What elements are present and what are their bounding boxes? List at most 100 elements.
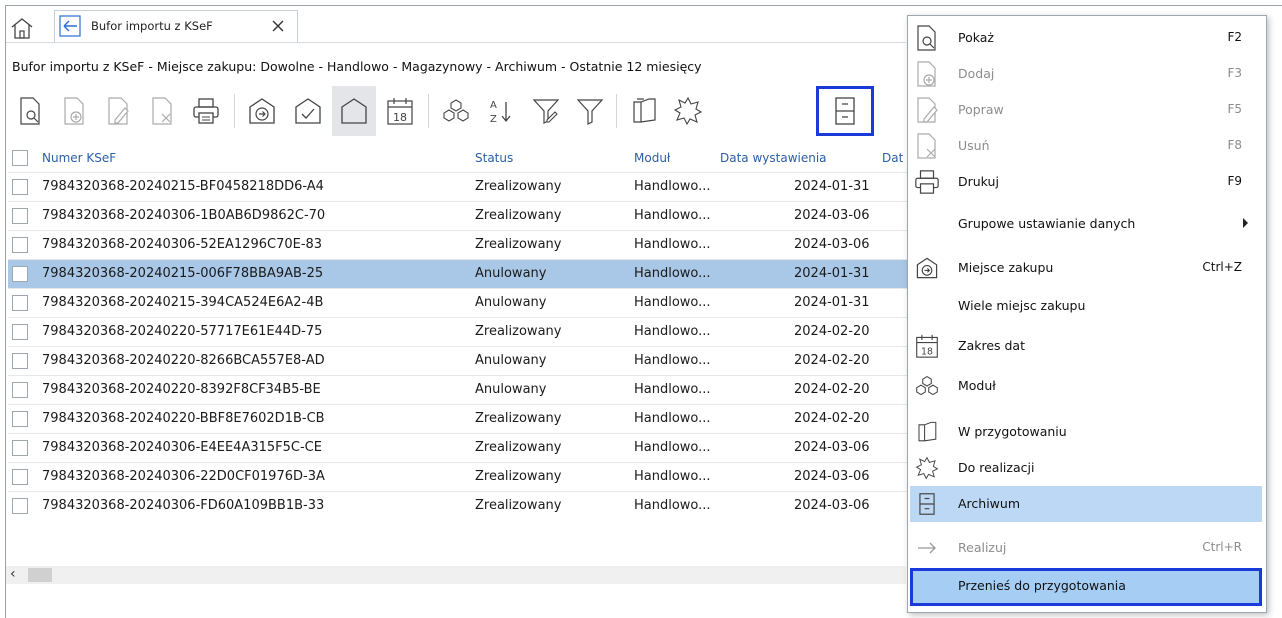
menu-item-label: Grupowe ustawianie danych bbox=[958, 216, 1136, 231]
cell-numer-ksef: 7984320368-20240220-57717E61E44D-75 bbox=[42, 324, 323, 339]
menu-item-label: Moduł bbox=[958, 378, 996, 393]
table-row[interactable]: 7984320368-20240306-22D0CF01976D-3A Zreal… bbox=[8, 462, 908, 491]
cell-data-wystawienia: 2024-02-20 bbox=[794, 353, 870, 368]
close-icon[interactable] bbox=[267, 15, 289, 37]
row-checkbox[interactable] bbox=[12, 208, 28, 224]
in-preparation-button[interactable] bbox=[622, 86, 666, 136]
cell-numer-ksef: 7984320368-20240306-E4EE4A315F5C-CE bbox=[42, 440, 322, 455]
back-arrow-icon[interactable] bbox=[59, 15, 81, 37]
table-row[interactable]: 7984320368-20240306-52EA1296C70E-83 Zreal… bbox=[8, 230, 908, 259]
menu-item-pokaz[interactable]: Pokaż F2 bbox=[910, 20, 1262, 56]
horizontal-scrollbar[interactable]: ‹ bbox=[6, 566, 906, 584]
calendar-icon-number: 18 bbox=[921, 347, 933, 358]
select-all-checkbox[interactable] bbox=[12, 150, 28, 166]
menu-item-drukuj[interactable]: Drukuj F9 bbox=[910, 164, 1262, 200]
menu-item-label: Pokaż bbox=[958, 30, 994, 45]
document-tab[interactable]: Bufor importu z KSeF bbox=[54, 10, 298, 43]
row-checkbox[interactable] bbox=[12, 469, 28, 485]
table-row[interactable]: 7984320368-20240306-FD60A109BB1B-33 Zreal… bbox=[8, 491, 908, 520]
edit-button[interactable] bbox=[96, 86, 140, 136]
menu-item-label: Archiwum bbox=[958, 496, 1021, 511]
row-checkbox[interactable] bbox=[12, 237, 28, 253]
cell-numer-ksef: 7984320368-20240215-394CA524E6A2-4B bbox=[42, 295, 324, 310]
scroll-thumb[interactable] bbox=[28, 568, 52, 582]
module-button[interactable] bbox=[434, 86, 478, 136]
row-checkbox[interactable] bbox=[12, 353, 28, 369]
in-preparation-filter-button[interactable] bbox=[286, 86, 330, 136]
cell-status: Zrealizowany bbox=[475, 498, 562, 513]
show-button[interactable] bbox=[8, 86, 52, 136]
menu-item-shortcut: Ctrl+Z bbox=[1202, 260, 1242, 274]
menu-item-realizuj[interactable]: Realizuj Ctrl+R bbox=[910, 530, 1262, 566]
menu-item-label: Popraw bbox=[958, 102, 1004, 117]
table-row[interactable]: 7984320368-20240215-BF0458218DD6-A4 Zreal… bbox=[8, 172, 908, 201]
menu-item-przenies-do-przygotowania[interactable]: Przenieś do przygotowania bbox=[910, 568, 1262, 606]
archive-button[interactable] bbox=[816, 86, 874, 136]
menu-item-miejsce-zakupu[interactable]: Miejsce zakupu Ctrl+Z bbox=[910, 250, 1262, 286]
row-checkbox[interactable] bbox=[12, 440, 28, 456]
cell-modul: Handlowo... bbox=[634, 237, 711, 252]
cell-modul: Handlowo... bbox=[634, 382, 711, 397]
table-row[interactable]: 7984320368-20240306-1B0AB6D9862C-70 Zreal… bbox=[8, 201, 908, 230]
cell-data-wystawienia: 2024-01-31 bbox=[794, 266, 870, 281]
document-delete-icon bbox=[917, 133, 936, 159]
table-row[interactable]: 7984320368-20240306-E4EE4A315F5C-CE Zreal… bbox=[8, 433, 908, 462]
menu-item-popraw[interactable]: Popraw F5 bbox=[910, 92, 1262, 128]
sort-button[interactable]: AZ bbox=[478, 86, 522, 136]
column-header-numer-ksef[interactable]: Numer KSeF bbox=[42, 151, 116, 165]
menu-item-grupowe-ustawianie[interactable]: Grupowe ustawianie danych bbox=[910, 206, 1262, 242]
menu-item-w-przygotowaniu[interactable]: W przygotowaniu bbox=[910, 414, 1262, 450]
toolbar: 18 AZ bbox=[8, 86, 908, 136]
filter-button[interactable] bbox=[568, 86, 612, 136]
row-checkbox[interactable] bbox=[12, 498, 28, 514]
menu-item-wiele-miejsc-zakupu[interactable]: Wiele miejsc zakupu bbox=[910, 288, 1262, 324]
column-header-data-wystawienia[interactable]: Data wystawienia bbox=[720, 151, 827, 165]
column-header-data-truncated[interactable]: Dat bbox=[882, 151, 903, 165]
add-button[interactable] bbox=[52, 86, 96, 136]
cell-data-wystawienia: 2024-03-06 bbox=[794, 469, 870, 484]
cell-status: Anulowany bbox=[475, 295, 547, 310]
menu-item-dodaj[interactable]: Dodaj F3 bbox=[910, 56, 1262, 92]
table-row[interactable]: 7984320368-20240220-57717E61E44D-75 Zreal… bbox=[8, 317, 908, 346]
tab-divider bbox=[6, 42, 906, 43]
starburst-icon bbox=[673, 96, 703, 126]
delete-button[interactable] bbox=[140, 86, 184, 136]
filter-edit-button[interactable] bbox=[524, 86, 568, 136]
menu-item-do-realizacji[interactable]: Do realizacji bbox=[910, 450, 1262, 486]
cell-status: Anulowany bbox=[475, 382, 547, 397]
to-realization-button[interactable] bbox=[666, 86, 710, 136]
row-checkbox[interactable] bbox=[12, 324, 28, 340]
table-row[interactable]: 7984320368-20240220-8266BCA557E8-AD Anulo… bbox=[8, 346, 908, 375]
row-checkbox[interactable] bbox=[12, 179, 28, 195]
pages-icon bbox=[918, 421, 937, 442]
purchase-place-button[interactable] bbox=[240, 86, 284, 136]
row-checkbox[interactable] bbox=[12, 411, 28, 427]
menu-item-label: Do realizacji bbox=[958, 460, 1035, 475]
archive-filter-button[interactable] bbox=[332, 86, 376, 136]
column-header-status[interactable]: Status bbox=[475, 151, 513, 165]
menu-item-usun[interactable]: Usuń F8 bbox=[910, 128, 1262, 164]
menu-item-label: Miejsce zakupu bbox=[958, 260, 1054, 275]
date-range-button[interactable]: 18 bbox=[378, 86, 422, 136]
menu-item-modul[interactable]: Moduł bbox=[910, 368, 1262, 404]
table-row[interactable]: 7984320368-20240215-006F78BBA9AB-25 Anulo… bbox=[8, 259, 908, 288]
row-checkbox[interactable] bbox=[12, 266, 28, 282]
calendar-icon-number: 18 bbox=[393, 111, 407, 124]
cell-data-wystawienia: 2024-02-20 bbox=[794, 324, 870, 339]
row-checkbox[interactable] bbox=[12, 295, 28, 311]
home-tab[interactable] bbox=[6, 14, 38, 42]
table-row[interactable]: 7984320368-20240220-8392F8CF34B5-BE Anulo… bbox=[8, 375, 908, 404]
scroll-left-icon[interactable]: ‹ bbox=[10, 566, 16, 582]
print-button[interactable] bbox=[184, 86, 228, 136]
cell-data-wystawienia: 2024-02-20 bbox=[794, 411, 870, 426]
cell-status: Anulowany bbox=[475, 353, 547, 368]
table-row[interactable]: 7984320368-20240215-394CA524E6A2-4B Anulo… bbox=[8, 288, 908, 317]
cell-modul: Handlowo... bbox=[634, 295, 711, 310]
cabinet-icon bbox=[835, 97, 855, 125]
row-checkbox[interactable] bbox=[12, 382, 28, 398]
column-header-modul[interactable]: Moduł bbox=[634, 151, 670, 165]
menu-item-zakres-dat[interactable]: 18 Zakres dat bbox=[910, 328, 1262, 364]
house-arrow-icon bbox=[916, 257, 938, 279]
menu-item-archiwum[interactable]: Archiwum bbox=[910, 486, 1262, 522]
table-row[interactable]: 7984320368-20240220-BBF8E7602D1B-CB Zreal… bbox=[8, 404, 908, 433]
